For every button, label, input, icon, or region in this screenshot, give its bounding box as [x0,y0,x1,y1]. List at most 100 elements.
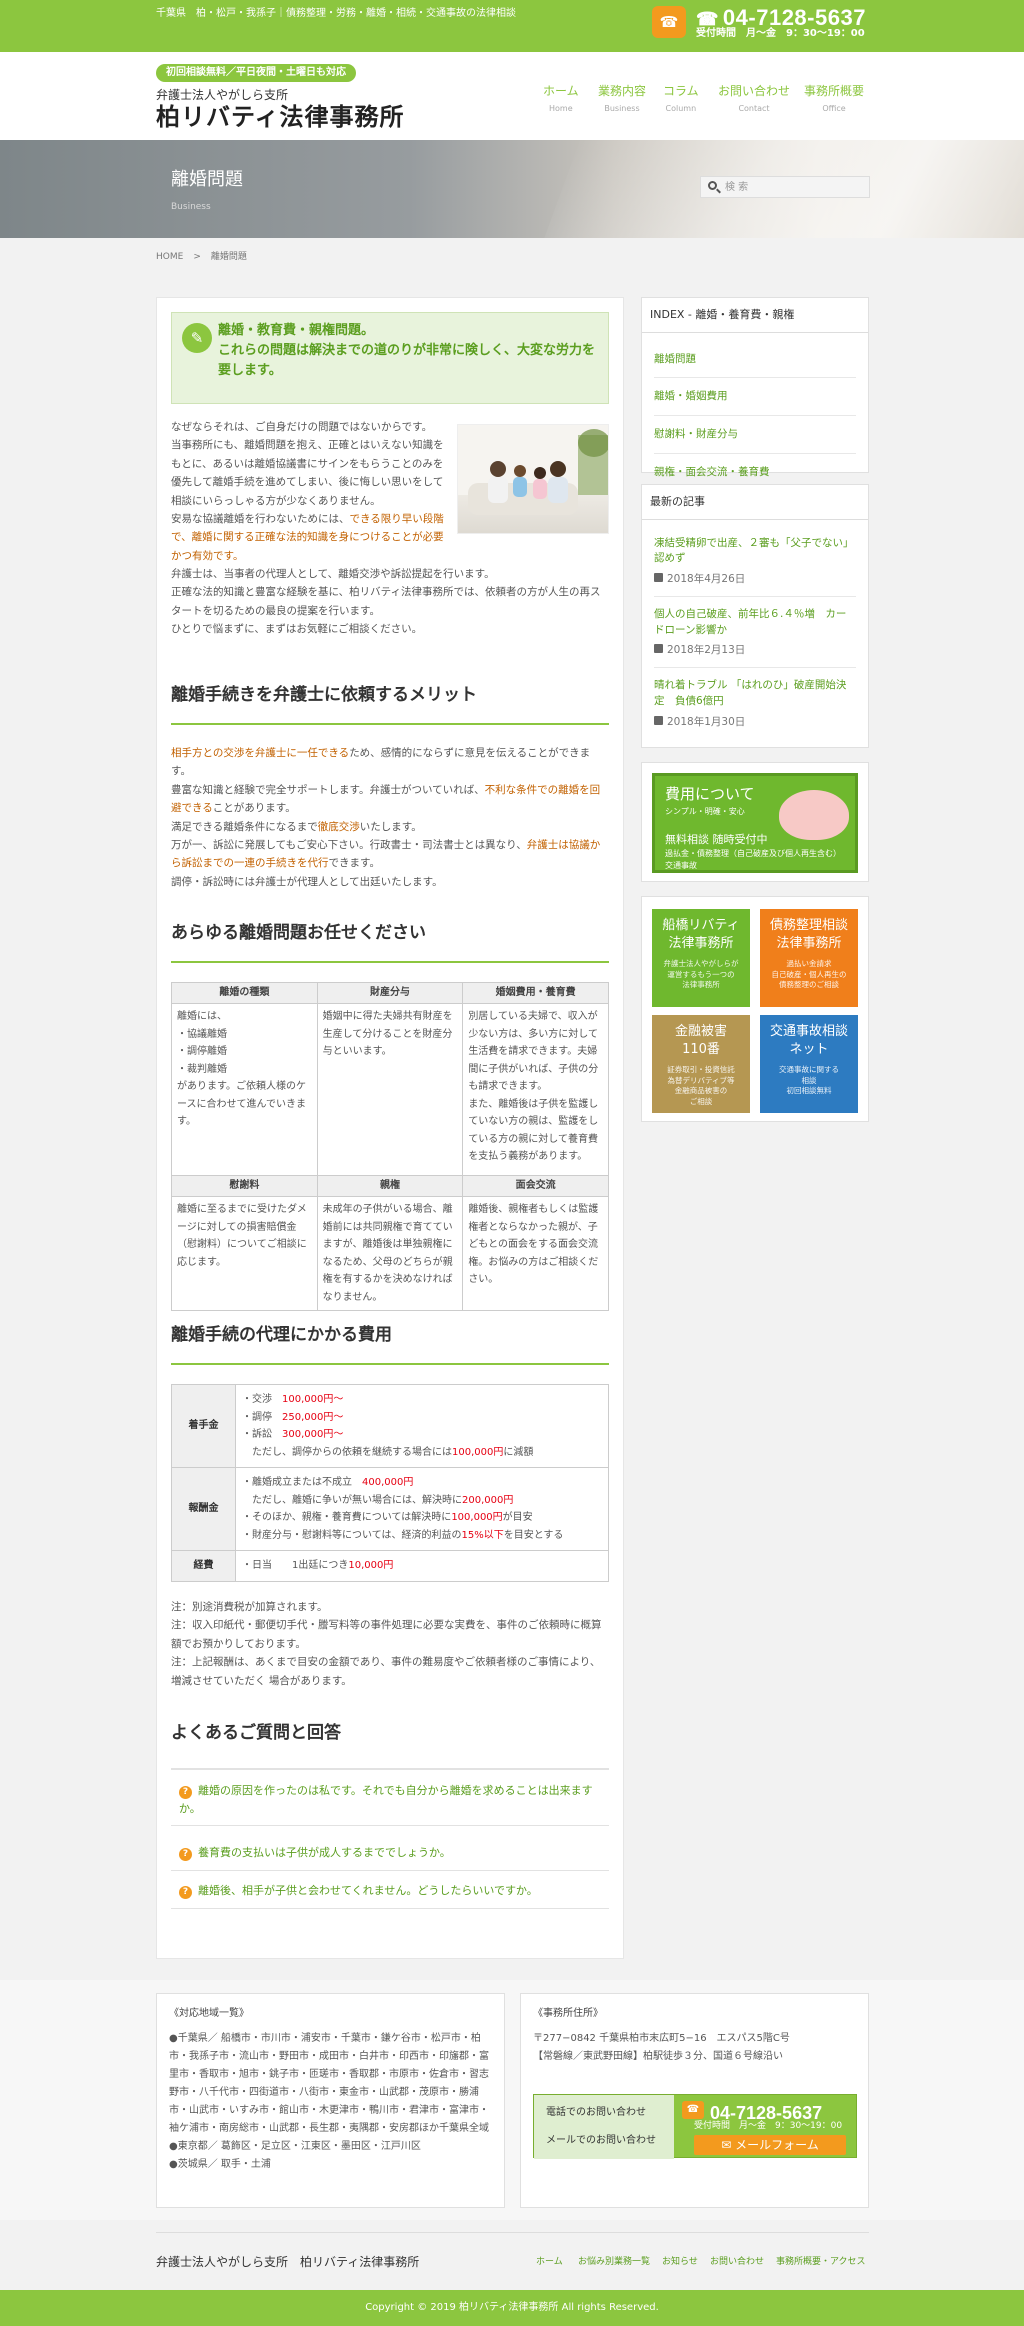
footer-business-hours: 受付時間 月〜金 9：30〜19：00 [694,2121,843,2131]
lead-line-2: これらの問題は解決までの道のりが非常に険しく、大変な労力を要します。 [218,343,596,379]
footer-firm-name: 弁護士法人やがしら支所 柏リバティ法律事務所 [156,2255,420,2269]
news-item[interactable]: 個人の自己破産、前年比６.４％増 カードローン影響か 2018年2月13日 [654,597,856,669]
faq-heading: よくあるご質問と回答 [171,1723,341,1743]
breadcrumb-current: 離婚問題 [210,252,247,262]
intro-text: なぜならそれは、ご自身だけの問題ではないからです。 当事務所にも、離婚問題を抱え… [171,421,601,636]
calendar-icon [654,715,663,725]
footer-band [0,1980,1024,2220]
sidebar-news: 最新の記事 凍結受精卵で出産、２審も「父子でない」認めず 2018年4月26日 個… [641,484,869,748]
mail-contact-label: メールでのお問い合わせ [546,2135,656,2146]
breadcrumb: HOME > 離婚問題 [156,252,247,262]
table-cell: 離婚後、親権者もしくは監護権者とならなかった親が、子どもとの面会をする面会交流権… [462,1196,609,1311]
page-hero: 離婚問題 Business 検 索 [0,140,1024,238]
table-header: 面会交流 [462,1175,609,1197]
faq-divider [171,1768,609,1770]
phone-icon: ☎ [682,2101,704,2119]
sidebar-index: INDEX - 離婚・養育費・親権 離婚問題 離婚・婚姻費用 慰謝料・財産分与 … [641,297,869,478]
piggy-bank-icon [779,790,849,840]
top-bar: 千葉県 柏・松戸・我孫子｜債務整理・労務・離婚・相続・交通事故の法律相談 ☎ ☎… [0,0,1024,52]
nav-business[interactable]: 業務内容 Business [598,82,646,116]
office-address: 《事務所住所》 〒277−0842 千葉県柏市末広町5−16 エスパス5階C号 … [520,1993,869,2208]
news-item[interactable]: 凍結受精卵で出産、２審も「父子でない」認めず 2018年4月26日 [654,526,856,597]
nav-office[interactable]: 事務所概要 Office [804,82,864,116]
question-icon: ? [179,1786,192,1799]
sidebar-index-title: INDEX - 離婚・養育費・親権 [642,298,868,333]
footer-link-news[interactable]: お知らせ [662,2255,698,2269]
service-area: 《対応地域一覧》 ●千葉県／ 船橋市・市川市・浦安市・千葉市・鎌ケ谷市・松戸市・… [156,1993,505,2208]
types-heading: あらゆる離婚問題お任せください [171,920,609,964]
sidebar-news-title: 最新の記事 [642,485,868,520]
footer: 弁護士法人やがしら支所 柏リバティ法律事務所 ホーム お悩み別業務一覧 お知らせ… [156,2232,869,2269]
breadcrumb-home[interactable]: HOME [156,252,183,262]
merit-text: 相手方との交渉を弁護士に一任できるため、感情的にならずに意見を伝えることができま… [171,747,601,888]
fee-banner-box: 費用について シンプル・明確・安心 無料相談 随時受付中 過払金・債務整理（自己… [641,762,869,882]
fee-banner[interactable]: 費用について シンプル・明確・安心 無料相談 随時受付中 過払金・債務整理（自己… [652,773,858,873]
news-item[interactable]: 晴れ着トラブル 「はれのひ」破産開始決定 負債6億円 2018年1月30日 [654,668,856,738]
lead-line-1: 離婚・教育費・親権問題。 [218,323,375,338]
contact-panel: 電話でのお問い合わせ メールでのお問い合わせ ☎ 04-7128-5637 受付… [533,2094,857,2159]
page-subtitle: Business [171,202,211,212]
fees-table: 着手金 ・交渉 100,000円〜 ・調停 250,000円〜 ・訴訟 300,… [171,1384,609,1582]
banner-funabashi[interactable]: 船橋リバティ 法律事務所 弁護士法人やがしらが 運営するもう一つの 法律事務所 [652,909,750,1007]
table-header: 財産分与 [316,982,464,1004]
free-consult-badge: 初回相談無料／平日夜間・土曜日も対応 [156,64,356,82]
table-header: 慰謝料 [171,1175,318,1197]
footer-link-services[interactable]: お悩み別業務一覧 [578,2255,650,2269]
sidebar-item-marriage-cost[interactable]: 離婚・婚姻費用 [654,378,856,417]
footer-link-office[interactable]: 事務所概要・アクセス [776,2255,866,2269]
top-tagline: 千葉県 柏・松戸・我孫子｜債務整理・労務・離婚・相続・交通事故の法律相談 [156,8,516,19]
faq-item[interactable]: ? 離婚後、相手が子供と会わせてくれません。どうしたらいいですか。 [171,1874,609,1909]
table-cell: 婚姻中に得た夫婦共有財産を生産して分けることを財産分与といいます。 [316,1003,464,1176]
footer-link-contact[interactable]: お問い合わせ [710,2255,764,2269]
main-content: ✎ 離婚・教育費・親権問題。これらの問題は解決までの道のりが非常に険しく、大変な… [156,297,624,1959]
table-cell: 離婚には、 ・協議離婚 ・調停離婚 ・裁判離婚 があります。ご依頼人様のケースに… [171,1003,318,1176]
lead-box: ✎ 離婚・教育費・親権問題。これらの問題は解決までの道のりが非常に険しく、大変な… [171,312,609,404]
phone-operator-icon: ☎ [652,6,686,38]
question-icon: ? [179,1848,192,1861]
search-input[interactable]: 検 索 [700,176,870,198]
phone-contact-label: 電話でのお問い合わせ [546,2107,646,2118]
faq-item[interactable]: ? 離婚の原因を作ったのは私です。それでも自分から離婚を求めることは出来ますか。 [171,1774,609,1827]
banner-debt[interactable]: 債務整理相談 法律事務所 過払い金請求 自己破産・個人再生の 債務整理のご相談 [760,909,858,1007]
page-title: 離婚問題 [171,169,243,190]
table-header: 婚姻費用・養育費 [462,982,609,1004]
table-cell: 未成年の子供がいる場合、離婚前には共同親権で育てていますが、離婚後は単独親権にな… [316,1196,464,1311]
chat-icon: ✎ [182,323,212,353]
faq-item[interactable]: ? 養育費の支払いは子供が成人するまででしょうか。 [171,1836,609,1871]
sidebar-item-divorce[interactable]: 離婚問題 [654,341,856,379]
fee-label-reward: 報酬金 [171,1467,236,1551]
merit-heading: 離婚手続きを弁護士に依頼するメリット [171,682,609,726]
service-area-title: 《対応地域一覧》 [169,2008,249,2019]
fee-label-expense: 経費 [171,1550,236,1582]
fee-label-retainer: 着手金 [171,1384,236,1468]
fee-retainer-detail: ・交渉 100,000円〜 ・調停 250,000円〜 ・訴訟 300,000円… [235,1384,609,1468]
calendar-icon [654,644,663,654]
mail-icon: ✉ [721,2138,736,2152]
divorce-types-table: 離婚の種類 財産分与 婚姻費用・養育費 離婚には、 ・協議離婚 ・調停離婚 ・裁… [171,982,609,1311]
copyright: Copyright © 2019 柏リバティ法律事務所 All rights R… [0,2290,1024,2326]
sidebar-item-alimony[interactable]: 慰謝料・財産分与 [654,416,856,454]
banner-traffic[interactable]: 交通事故相談 ネット 交通事故に関する 相談 初回相談無料 [760,1015,858,1113]
fee-reward-detail: ・離婚成立または不成立 400,000円 ただし、離婚に争いが無い場合には、解決… [235,1467,609,1551]
table-header: 離婚の種類 [171,982,318,1004]
partner-banners: 船橋リバティ 法律事務所 弁護士法人やがしらが 運営するもう一つの 法律事務所 債… [641,896,869,1122]
table-cell: 離婚に至るまでに受けたダメージに対しての損害賠償金（慰謝料）についてご相談に応じ… [171,1196,318,1311]
site-header: 初回相談無料／平日夜間・土曜日も対応 弁護士法人やがしら支所 柏リバティ法律事務… [0,52,1024,140]
mail-form-button[interactable]: ✉ メールフォーム [694,2135,846,2155]
nav-contact[interactable]: お問い合わせ Contact [718,82,790,116]
site-logo[interactable]: 柏リバティ法律事務所 [156,98,405,136]
top-business-hours: 受付時間 月〜金 9：30〜19：00 [696,28,865,39]
table-header: 親権 [316,1175,464,1197]
fee-expense-detail: ・日当 1出廷につき10,000円 [235,1550,609,1582]
calendar-icon [654,573,663,583]
banner-finance[interactable]: 金融被害 110番 証券取引・投資信託 為替デリバティブ等 金融商品被害の ご相談 [652,1015,750,1113]
search-icon [708,181,717,190]
fee-notes: 注：別途消費税が加算されます。 注：収入印紙代・郵便切手代・謄写料等の事件処理に… [171,1601,602,1687]
table-cell: 別居している夫婦で、収入が少ない方は、多い方に対して生活費を請求できます。夫婦間… [462,1003,609,1176]
footer-link-home[interactable]: ホーム [536,2255,563,2269]
fees-heading: 離婚手続の代理にかかる費用 [171,1322,609,1366]
nav-home[interactable]: ホーム Home [543,82,579,116]
question-icon: ? [179,1886,192,1899]
office-title: 《事務所住所》 [533,2008,603,2019]
nav-column[interactable]: コラム Column [663,82,699,116]
